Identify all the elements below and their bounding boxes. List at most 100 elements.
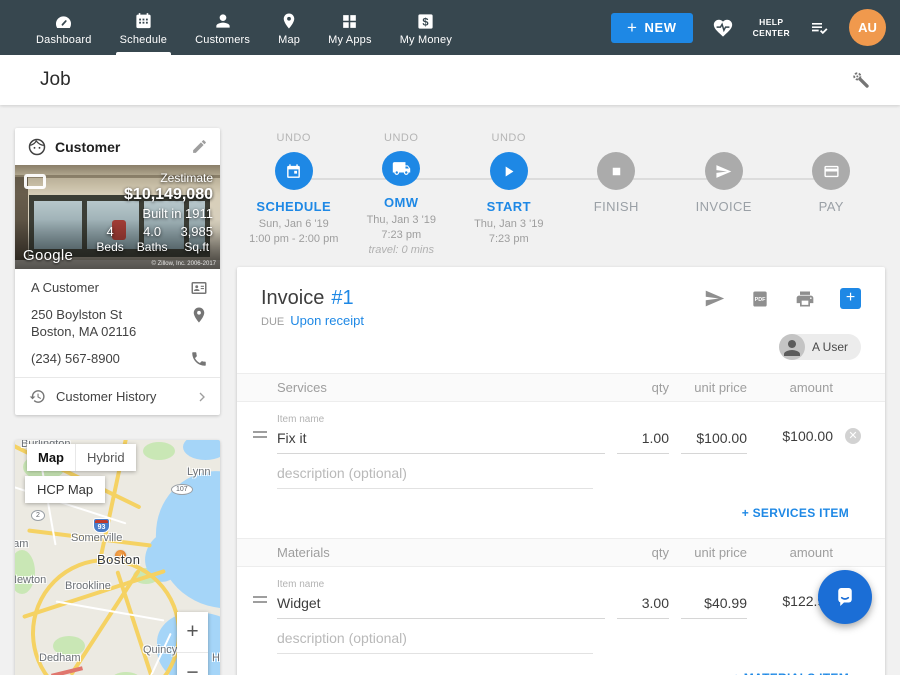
- undo-schedule-button[interactable]: UNDO: [277, 132, 311, 145]
- nav-right: + NEW HELP CENTER AU: [611, 0, 900, 55]
- zoom-out-button[interactable]: −: [177, 652, 208, 675]
- start-step-button[interactable]: [490, 152, 528, 190]
- step-label[interactable]: START: [487, 199, 531, 214]
- step-pay: PAY: [778, 132, 886, 258]
- zestimate-overlay: Zestimate $10,149,080 Built in 1911 4 Be…: [96, 171, 213, 254]
- step-detail: Sun, Jan 6 '19 1:00 pm - 2:00 pm: [249, 217, 338, 247]
- material-unit-price-input[interactable]: [681, 592, 747, 619]
- hcp-map-button[interactable]: HCP Map: [25, 476, 105, 503]
- step-label[interactable]: SCHEDULE: [256, 199, 331, 214]
- step-label[interactable]: INVOICE: [696, 199, 752, 214]
- page-title: Job: [40, 69, 71, 91]
- assignee-chip[interactable]: A User: [779, 334, 861, 360]
- nav-item-my-apps[interactable]: My Apps: [314, 0, 386, 55]
- service-description-input[interactable]: [277, 462, 593, 489]
- help-center-link[interactable]: HELP CENTER: [753, 17, 790, 38]
- service-item-name-input[interactable]: [277, 427, 605, 454]
- print-icon[interactable]: [795, 289, 815, 309]
- nav-label: My Money: [400, 34, 452, 46]
- col-qty: qty: [617, 545, 669, 560]
- pdf-icon[interactable]: PDF: [750, 289, 770, 309]
- material-description-row: [277, 627, 593, 654]
- chevron-right-icon: [194, 389, 210, 405]
- due-value-link[interactable]: Upon receipt: [290, 313, 364, 328]
- truck-icon: [392, 159, 411, 178]
- delete-service-item-button[interactable]: ✕: [845, 428, 861, 444]
- money-icon: $: [416, 9, 435, 31]
- checklist-icon[interactable]: [808, 18, 831, 38]
- map-layer-map-button[interactable]: Map: [27, 444, 75, 471]
- help-line2: CENTER: [753, 28, 790, 39]
- stop-icon: [609, 164, 624, 179]
- service-unit-price-input[interactable]: [681, 427, 747, 454]
- invoice-card: Invoice #1 PDF + DUE Upon receipt: [237, 267, 885, 675]
- customer-name: A Customer: [31, 279, 190, 297]
- zestimate-value: $10,149,080: [96, 186, 213, 204]
- edit-pencil-icon[interactable]: [191, 138, 208, 155]
- nav-item-schedule[interactable]: Schedule: [106, 0, 181, 55]
- nav-label: Dashboard: [36, 34, 92, 46]
- nav-item-customers[interactable]: Customers: [181, 0, 264, 55]
- phone-icon[interactable]: [190, 350, 208, 368]
- send-icon: [715, 163, 732, 180]
- pay-step-button[interactable]: [812, 152, 850, 190]
- schedule-step-button[interactable]: [275, 152, 313, 190]
- route-shield-107: 107: [171, 484, 193, 495]
- customer-card-title: Customer: [55, 139, 191, 155]
- step-label[interactable]: OMW: [384, 195, 418, 210]
- add-services-item-link[interactable]: + SERVICES ITEM: [742, 506, 849, 520]
- finish-step-button[interactable]: [597, 152, 635, 190]
- undo-start-button[interactable]: UNDO: [492, 132, 526, 145]
- drag-handle-icon[interactable]: [253, 428, 277, 454]
- plus-icon: +: [627, 18, 638, 38]
- history-label: Customer History: [56, 389, 194, 404]
- map-label-somerville: Somerville: [71, 532, 122, 544]
- mini-map[interactable]: 93 107 2 Burlington Lynn Somerville ham …: [15, 440, 220, 675]
- street-view-photo[interactable]: Zestimate $10,149,080 Built in 1911 4 Be…: [15, 165, 220, 269]
- invoice-header: Invoice #1 PDF + DUE Upon receipt: [237, 267, 885, 360]
- step-label[interactable]: PAY: [819, 199, 844, 214]
- add-materials-item-link[interactable]: + MATERIALS ITEM: [733, 671, 849, 675]
- play-icon: [500, 163, 517, 180]
- material-description-input[interactable]: [277, 627, 593, 654]
- map-label-hingham: Hi: [212, 652, 220, 664]
- drag-handle-icon[interactable]: [253, 593, 277, 619]
- step-label[interactable]: FINISH: [594, 199, 639, 214]
- job-settings-icon[interactable]: [850, 69, 872, 91]
- street-view-expand-icon[interactable]: [24, 174, 46, 189]
- omw-step-button[interactable]: [382, 151, 420, 186]
- health-heart-icon[interactable]: [711, 17, 735, 39]
- top-nav: Dashboard Schedule Customers Map My Apps: [0, 0, 900, 55]
- material-qty-input[interactable]: [617, 592, 669, 619]
- stat-sqft: 3,985 Sq.ft: [180, 224, 213, 254]
- map-layer-hybrid-button[interactable]: Hybrid: [75, 444, 136, 471]
- route-shield-i93: 93: [93, 518, 110, 533]
- contact-card-icon[interactable]: [190, 279, 208, 297]
- send-invoice-icon[interactable]: [704, 288, 725, 309]
- chat-messenger-button[interactable]: [818, 570, 872, 624]
- nav-item-my-money[interactable]: $ My Money: [386, 0, 466, 55]
- svg-text:$: $: [423, 16, 429, 28]
- zillow-copyright: © Zillow, Inc. 2006-2017: [152, 261, 216, 267]
- new-button[interactable]: + NEW: [611, 13, 693, 43]
- service-item-row: Item name $100.00 ✕: [237, 402, 885, 454]
- add-invoice-button[interactable]: +: [840, 288, 861, 309]
- location-pin-icon[interactable]: [190, 306, 208, 324]
- material-item-name-input[interactable]: [277, 592, 605, 619]
- material-item-row: Item name $122.97 ✕: [237, 567, 885, 619]
- stat-beds: 4 Beds: [96, 224, 123, 254]
- calendar-icon: [285, 163, 302, 180]
- zoom-in-button[interactable]: +: [177, 612, 208, 652]
- map-label-newton: Newton: [15, 574, 46, 586]
- face-icon: [27, 137, 47, 157]
- service-qty-input[interactable]: [617, 427, 669, 454]
- customer-history-link[interactable]: Customer History: [15, 377, 220, 415]
- invoice-step-button[interactable]: [705, 152, 743, 190]
- stat-baths: 4.0 Baths: [137, 224, 168, 254]
- nav-item-dashboard[interactable]: Dashboard: [22, 0, 106, 55]
- nav-item-map[interactable]: Map: [264, 0, 314, 55]
- avatar-initials: AU: [858, 20, 877, 35]
- user-avatar[interactable]: AU: [849, 9, 886, 46]
- undo-omw-button[interactable]: UNDO: [384, 132, 418, 144]
- invoice-number[interactable]: #1: [331, 287, 353, 310]
